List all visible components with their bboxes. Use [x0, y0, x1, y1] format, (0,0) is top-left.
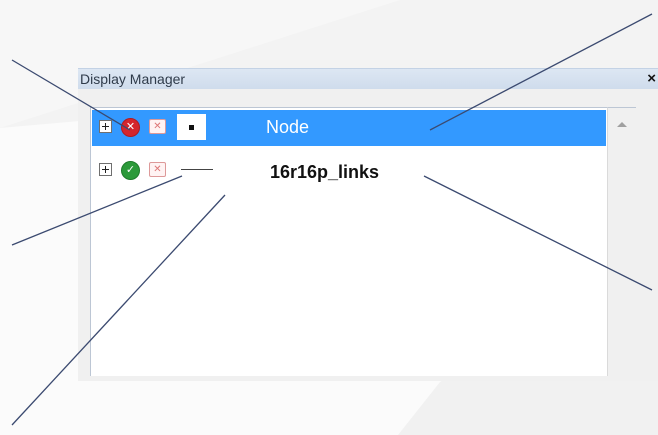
- callout-lines: [11, 13, 653, 426]
- callout-line-symbol: [11, 194, 226, 426]
- callout-line-label: [429, 13, 653, 131]
- callout-line-layer-name: [423, 175, 653, 291]
- callout-line-status: [11, 59, 131, 131]
- callout-line-remove: [11, 175, 183, 246]
